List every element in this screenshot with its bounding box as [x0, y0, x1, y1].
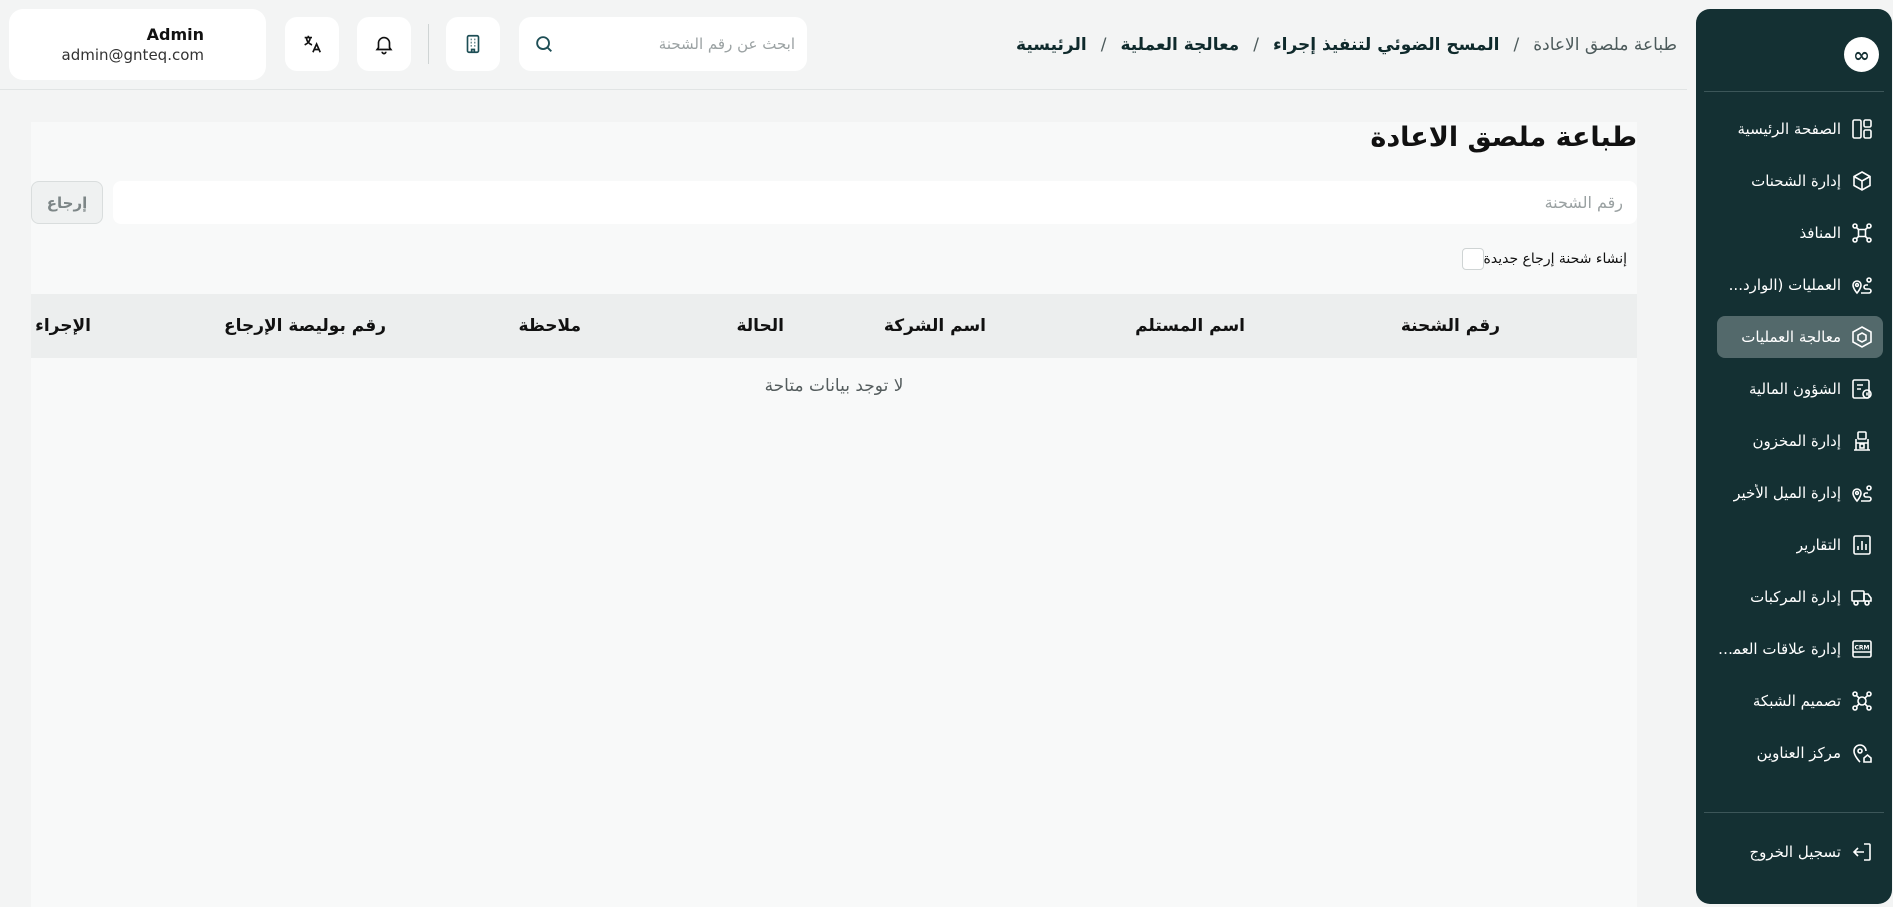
logout-button[interactable]: تسجيل الخروج — [1717, 831, 1883, 873]
breadcrumb-current: طباعة ملصق الاعادة — [1533, 35, 1677, 55]
user-profile[interactable]: Admin admin@gnteq.com — [9, 9, 266, 80]
sidebar-divider — [1704, 91, 1884, 92]
create-return-option: إنشاء شحنة إرجاع جديدة — [1461, 248, 1637, 270]
package-icon — [1849, 168, 1875, 194]
breadcrumb-separator: / — [1513, 35, 1520, 55]
shipment-search — [519, 17, 807, 71]
sidebar-item-label: تصميم الشبكة — [1752, 692, 1841, 710]
app-logo[interactable]: ∞ — [1844, 37, 1879, 72]
crm-icon: CRM — [1849, 636, 1875, 662]
shipment-number-input[interactable] — [113, 181, 1637, 224]
network-icon — [1849, 688, 1875, 714]
column-action: الإجراء — [35, 316, 91, 336]
sidebar-item-vehicles[interactable]: إدارة المركبات — [1717, 576, 1883, 618]
empty-state-message: لا توجد بيانات متاحة — [764, 376, 904, 396]
logout-label: تسجيل الخروج — [1749, 843, 1841, 861]
column-status: الحالة — [736, 316, 784, 336]
sidebar-item-label: إدارة المخزون — [1752, 432, 1841, 450]
main-content: طباعة ملصق الاعادة إرجاع إنشاء شحنة إرجا… — [31, 122, 1637, 907]
sidebar-item-finance[interactable]: الشؤون المالية — [1717, 368, 1883, 410]
search-input[interactable] — [565, 29, 795, 59]
column-return-waybill: رقم بوليصة الإرجاع — [223, 316, 386, 336]
language-button[interactable] — [285, 17, 339, 71]
sidebar-item-label: العمليات (الوارد... — [1728, 276, 1841, 294]
bell-icon — [375, 36, 393, 55]
sidebar-item-label: الشؤون المالية — [1748, 380, 1841, 398]
search-icon[interactable] — [533, 33, 555, 55]
sidebar-item-label: إدارة المركبات — [1750, 588, 1841, 606]
sidebar-item-reports[interactable]: التقارير — [1717, 524, 1883, 566]
box-process-icon — [1849, 324, 1875, 350]
return-button[interactable]: إرجاع — [31, 181, 103, 224]
truck-icon — [1849, 584, 1875, 610]
sidebar-item-label: إدارة الميل الأخير — [1733, 484, 1841, 502]
sidebar-item-label: التقارير — [1795, 536, 1841, 554]
header-divider — [428, 24, 429, 64]
breadcrumb: الرئيسية / معالجة العملية / المسح الضوئي… — [1016, 30, 1677, 60]
sidebar-item-address-center[interactable]: مركز العناوين — [1717, 732, 1883, 774]
column-shipment-number: رقم الشحنة — [1400, 316, 1500, 336]
sidebar-item-last-mile[interactable]: إدارة الميل الأخير — [1717, 472, 1883, 514]
sidebar-item-operations-inbound[interactable]: العمليات (الوارد... — [1717, 264, 1883, 306]
breadcrumb-home[interactable]: الرئيسية — [1016, 35, 1087, 55]
breadcrumb-scan-action[interactable]: المسح الضوئي لتنفيذ إجراء — [1273, 35, 1500, 55]
create-return-checkbox[interactable] — [1461, 248, 1484, 270]
sidebar-item-label: مركز العناوين — [1756, 744, 1841, 762]
header-divider-line — [0, 89, 1687, 90]
sidebar-item-label: الصفحة الرئيسية — [1737, 120, 1842, 138]
sidebar: ∞ الصفحة الرئيسية إدارة الشحنات المنافذ — [1696, 9, 1892, 904]
column-company-name: اسم الشركة — [883, 316, 986, 336]
sidebar-item-operations-processing[interactable]: معالجة العمليات — [1717, 316, 1883, 358]
building-icon — [466, 34, 480, 54]
column-note: ملاحظة — [518, 316, 581, 336]
network-icon — [1849, 220, 1875, 246]
app-root: ∞ الصفحة الرئيسية إدارة الشحنات المنافذ — [0, 0, 1893, 907]
dashboard-icon — [1849, 116, 1875, 142]
breadcrumb-separator: / — [1253, 35, 1259, 55]
translate-icon — [304, 35, 322, 53]
breadcrumb-operation-processing[interactable]: معالجة العملية — [1120, 35, 1239, 55]
sidebar-item-label: المنافذ — [1799, 224, 1841, 242]
sidebar-item-label: معالجة العمليات — [1741, 328, 1841, 346]
route-pin-icon — [1849, 480, 1875, 506]
column-recipient-name: اسم المستلم — [1135, 316, 1245, 336]
finance-icon — [1849, 376, 1875, 402]
sidebar-item-shipments[interactable]: إدارة الشحنات — [1717, 160, 1883, 202]
logo-symbol: ∞ — [1853, 42, 1870, 67]
user-name: Admin — [146, 25, 204, 44]
user-email: admin@gnteq.com — [61, 46, 204, 64]
sidebar-item-label: إدارة علاقات العملاء — [1717, 640, 1841, 658]
table-header: رقم الشحنة اسم المستلم اسم الشركة الحالة… — [31, 294, 1637, 358]
sidebar-item-inventory[interactable]: إدارة المخزون — [1717, 420, 1883, 462]
address-icon — [1849, 740, 1875, 766]
sidebar-item-dashboard[interactable]: الصفحة الرئيسية — [1717, 108, 1883, 150]
route-pin-icon — [1849, 272, 1875, 298]
create-return-label: إنشاء شحنة إرجاع جديدة — [1483, 251, 1627, 267]
sidebar-divider — [1704, 812, 1884, 813]
svg-text:CRM: CRM — [1855, 645, 1870, 652]
breadcrumb-separator: / — [1100, 35, 1107, 55]
company-button[interactable] — [446, 17, 500, 71]
notifications-button[interactable] — [357, 17, 411, 71]
warehouse-icon — [1849, 428, 1875, 454]
logout-icon — [1849, 839, 1875, 865]
sidebar-item-label: إدارة الشحنات — [1751, 172, 1841, 190]
report-icon — [1849, 532, 1875, 558]
sidebar-item-crm[interactable]: CRM إدارة علاقات العملاء — [1717, 628, 1883, 670]
page-title: طباعة ملصق الاعادة — [1370, 122, 1637, 153]
sidebar-item-ports[interactable]: المنافذ — [1717, 212, 1883, 254]
sidebar-item-network-design[interactable]: تصميم الشبكة — [1717, 680, 1883, 722]
